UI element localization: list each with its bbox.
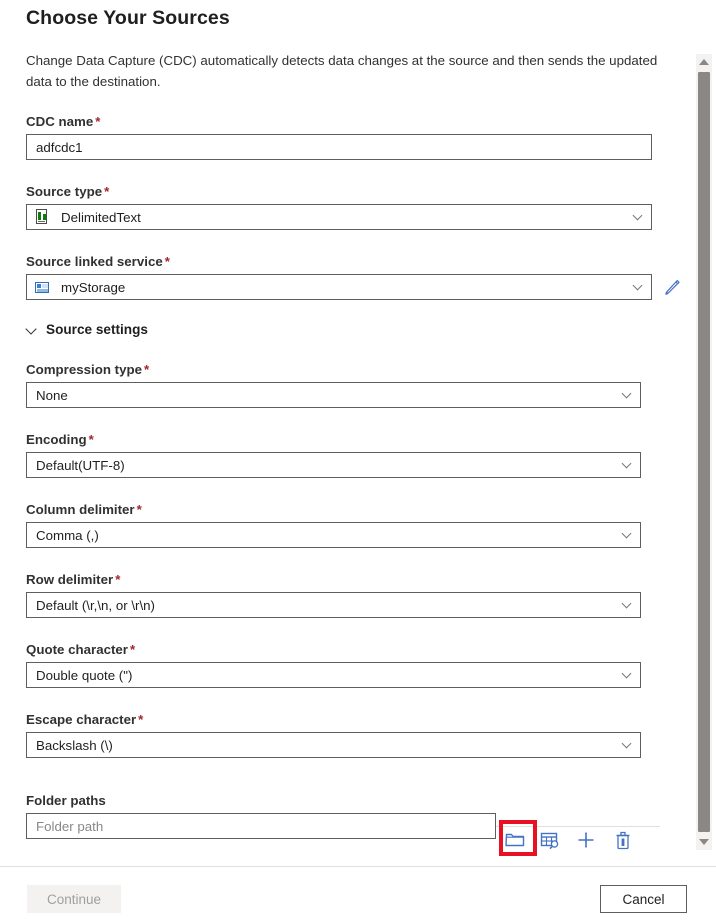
chevron-down-icon (623, 740, 632, 749)
required-marker: * (115, 572, 121, 587)
label-folder-paths: Folder paths (26, 793, 106, 808)
field-source-linked-service: Source linked service * myStorage (26, 254, 652, 300)
source-linked-service-value: myStorage (61, 279, 126, 295)
field-row-delimiter: Row delimiter * Default (\r,\n, or \r\n) (26, 572, 641, 618)
label-compression-type: Compression type * (26, 362, 150, 377)
preview-data-icon[interactable] (538, 828, 564, 854)
compression-type-value: None (36, 387, 68, 403)
quote-character-value: Double quote (") (36, 667, 133, 683)
required-marker: * (136, 502, 142, 517)
quote-character-dropdown[interactable]: Double quote (") (26, 662, 641, 688)
folder-path-input[interactable]: Folder path (26, 813, 496, 839)
label-source-linked-service: Source linked service * (26, 254, 170, 269)
choose-your-sources-dialog: Choose Your Sources Change Data Capture … (0, 0, 716, 924)
label-quote-character: Quote character * (26, 642, 136, 657)
cdc-name-value: adfcdc1 (36, 139, 83, 155)
folder-path-actions (496, 826, 666, 854)
field-quote-character: Quote character * Double quote (") (26, 642, 641, 688)
dialog-content-scroll-area: Choose Your Sources Change Data Capture … (0, 0, 692, 865)
page-description: Change Data Capture (CDC) automatically … (26, 53, 658, 89)
chevron-down-icon (634, 282, 643, 291)
row-delimiter-value: Default (\r,\n, or \r\n) (36, 597, 155, 613)
row-delimiter-dropdown[interactable]: Default (\r,\n, or \r\n) (26, 592, 641, 618)
required-marker: * (129, 642, 136, 657)
field-folder-paths: Folder paths Folder path (26, 793, 496, 839)
required-marker: * (138, 712, 144, 727)
label-cdc-name: CDC name * (26, 114, 101, 129)
label-escape-character: Escape character * (26, 712, 144, 727)
source-linked-service-dropdown[interactable]: myStorage (26, 274, 652, 300)
encoding-dropdown[interactable]: Default(UTF-8) (26, 452, 641, 478)
required-marker: * (164, 254, 170, 269)
cdc-name-input[interactable]: adfcdc1 (26, 134, 652, 160)
add-icon[interactable] (574, 828, 600, 854)
chevron-down-icon (623, 460, 632, 469)
page-title: Choose Your Sources (26, 7, 230, 29)
required-marker: * (88, 432, 94, 447)
browse-folder-icon[interactable] (503, 828, 529, 854)
required-marker: * (95, 114, 101, 129)
field-column-delimiter: Column delimiter * Comma (,) (26, 502, 641, 548)
field-source-type: Source type * DelimitedText (26, 184, 652, 230)
scroll-up-arrow-icon[interactable] (696, 54, 712, 70)
label-encoding: Encoding * (26, 432, 94, 447)
scroll-down-arrow-icon[interactable] (696, 834, 712, 850)
encoding-value: Default(UTF-8) (36, 457, 125, 473)
source-settings-label: Source settings (46, 322, 148, 337)
pencil-edit-icon[interactable] (662, 277, 682, 297)
chevron-down-icon (634, 212, 643, 221)
label-row-delimiter: Row delimiter * (26, 572, 121, 587)
column-delimiter-value: Comma (,) (36, 527, 99, 543)
field-cdc-name: CDC name * adfcdc1 (26, 114, 652, 160)
field-escape-character: Escape character * Backslash (\) (26, 712, 641, 758)
chevron-down-icon (623, 530, 632, 539)
field-encoding: Encoding * Default(UTF-8) (26, 432, 641, 478)
chevron-down-icon (623, 390, 632, 399)
field-compression-type: Compression type * None (26, 362, 641, 408)
escape-character-dropdown[interactable]: Backslash (\) (26, 732, 641, 758)
storage-account-icon (34, 279, 50, 295)
escape-character-value: Backslash (\) (36, 737, 113, 753)
label-source-type: Source type * (26, 184, 110, 199)
delete-icon[interactable] (611, 828, 637, 854)
scrollbar-thumb[interactable] (698, 72, 710, 832)
column-delimiter-dropdown[interactable]: Comma (,) (26, 522, 641, 548)
source-type-value: DelimitedText (61, 209, 141, 225)
compression-type-dropdown[interactable]: None (26, 382, 641, 408)
required-marker: * (144, 362, 150, 377)
chevron-down-icon (26, 324, 38, 336)
vertical-scrollbar[interactable] (696, 54, 712, 850)
required-marker: * (104, 184, 110, 199)
label-column-delimiter: Column delimiter * (26, 502, 142, 517)
source-settings-section-toggle[interactable]: Source settings (26, 322, 148, 337)
continue-button[interactable]: Continue (27, 885, 121, 913)
folder-path-placeholder: Folder path (36, 818, 104, 834)
chevron-down-icon (623, 600, 632, 609)
delimited-text-icon (34, 209, 50, 225)
cancel-button[interactable]: Cancel (600, 885, 687, 913)
dialog-footer: Continue Cancel (0, 866, 716, 924)
chevron-down-icon (623, 670, 632, 679)
source-type-dropdown[interactable]: DelimitedText (26, 204, 652, 230)
